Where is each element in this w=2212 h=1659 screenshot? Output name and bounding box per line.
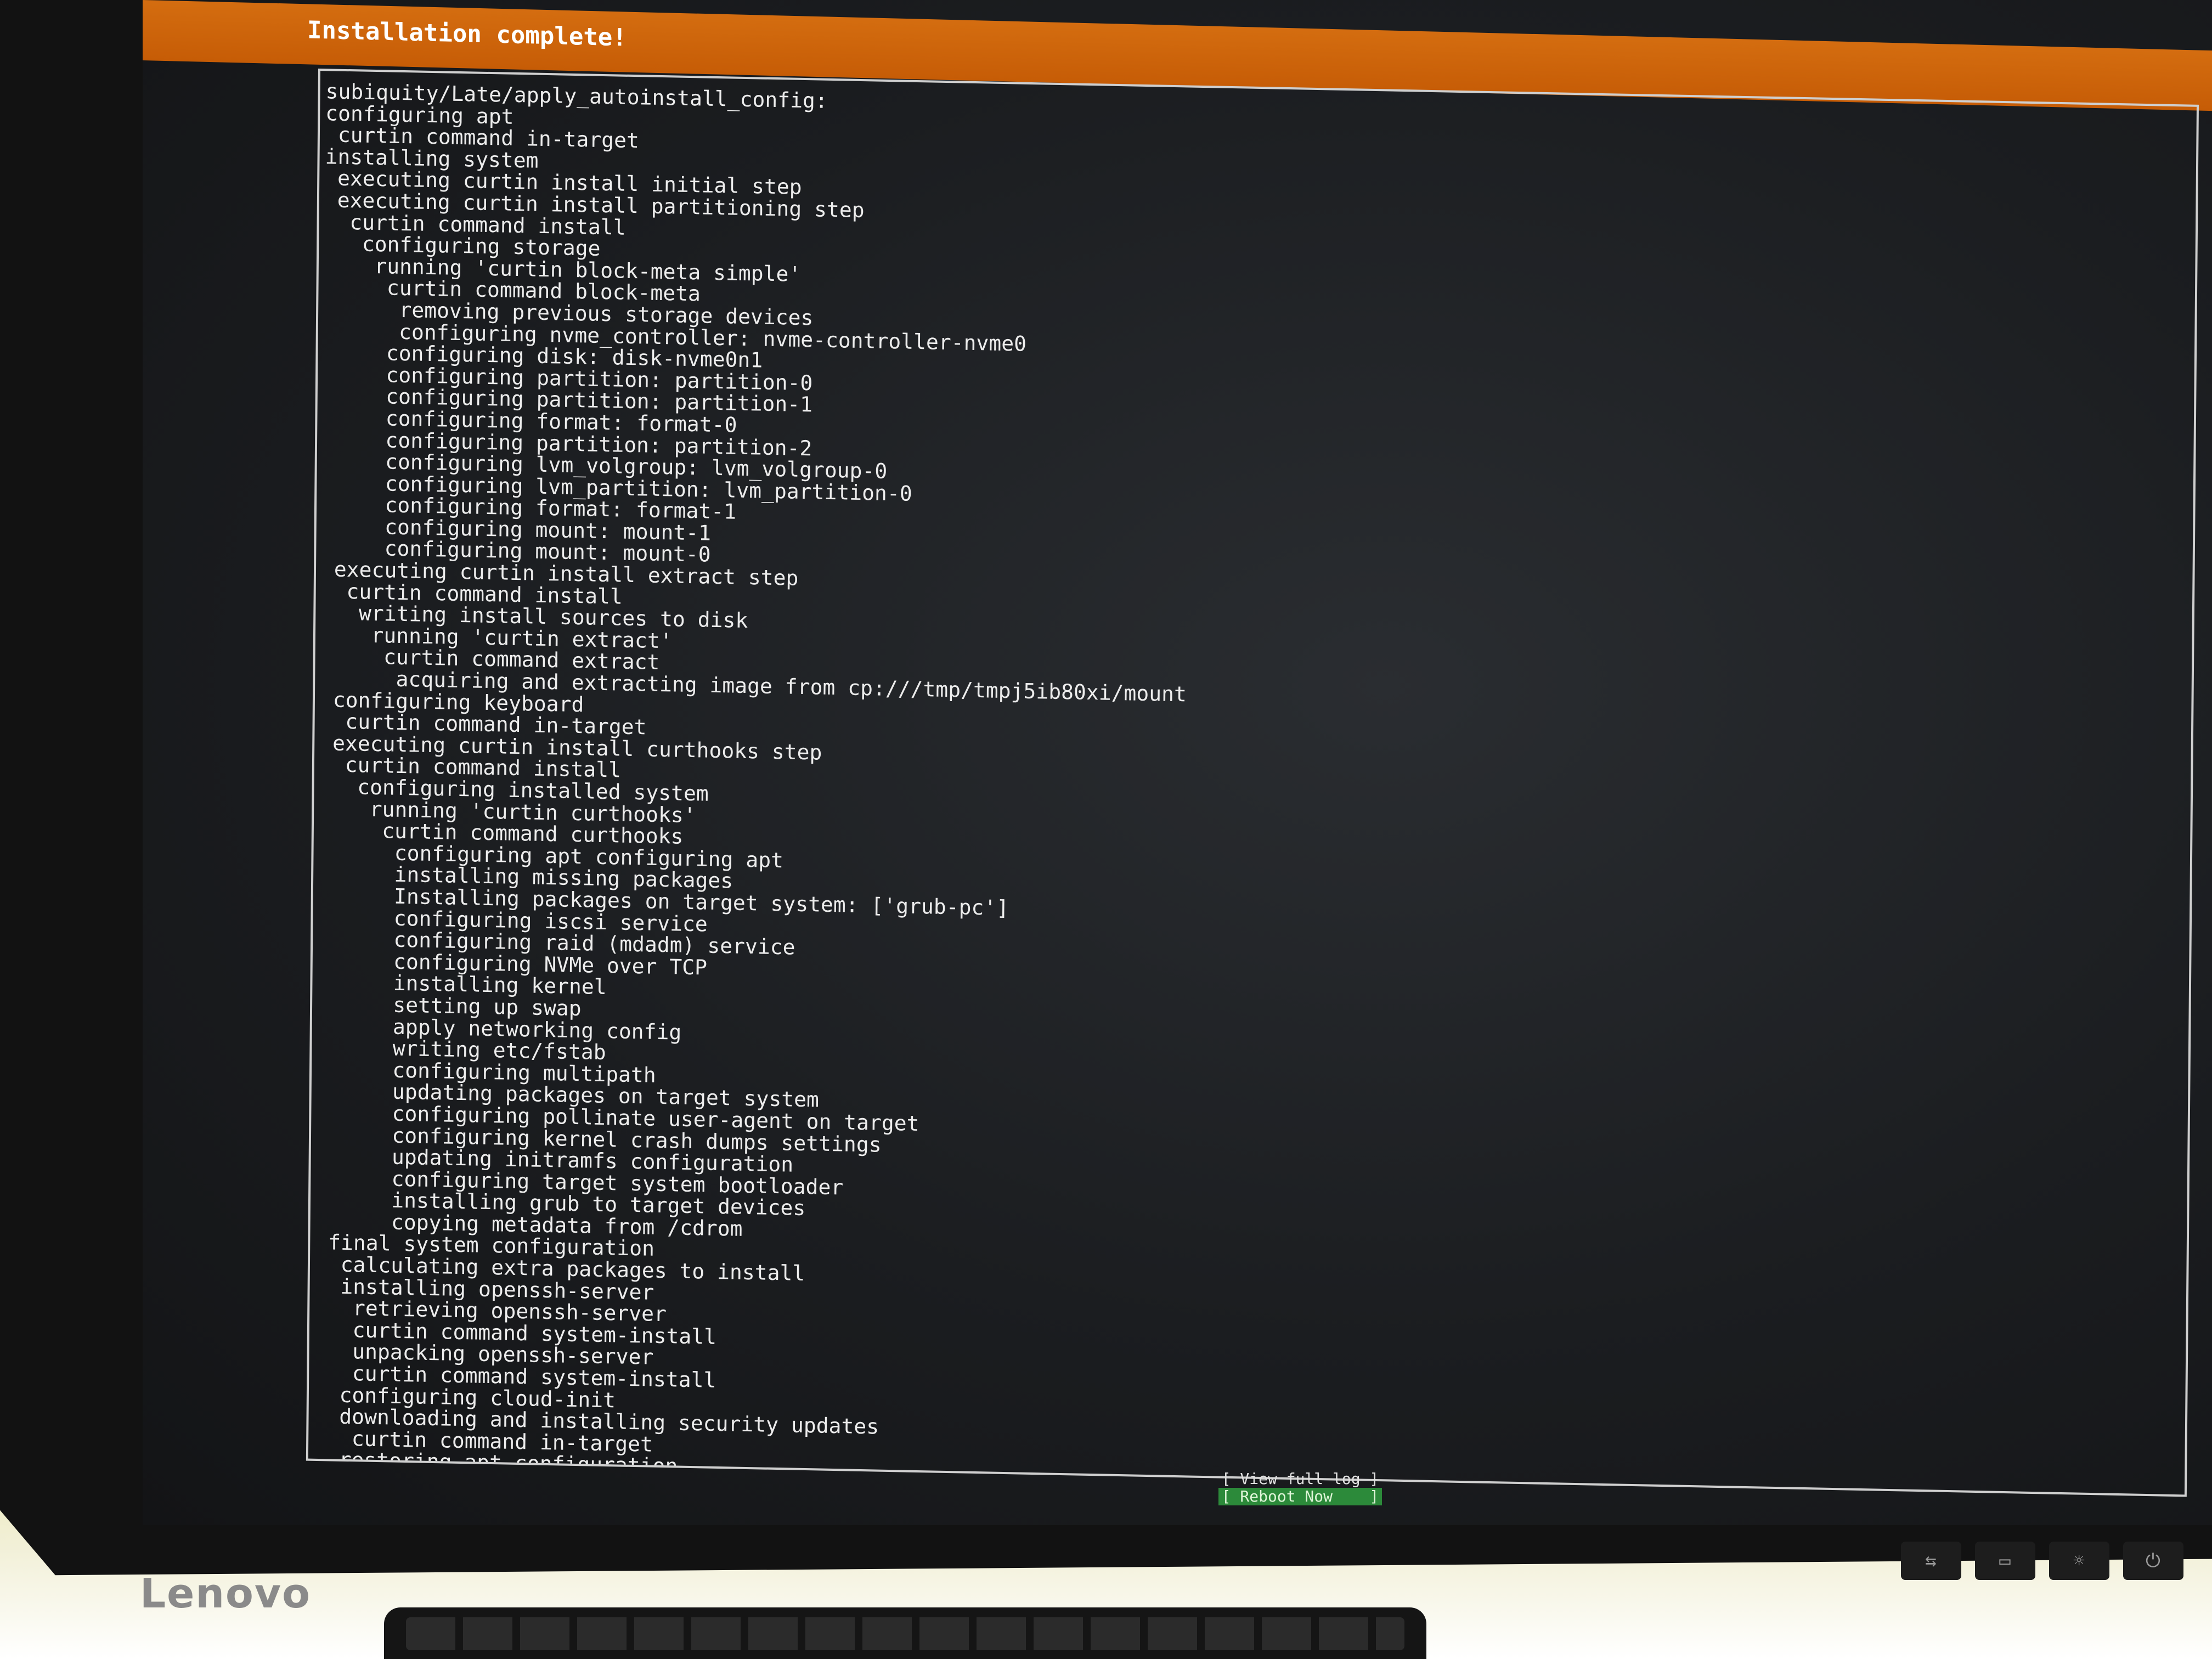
- header-title: Installation complete!: [307, 16, 627, 52]
- monitor-brand-logo: Lenovo: [140, 1570, 311, 1617]
- screen: Installation complete! subiquity/Late/ap…: [143, 0, 2212, 1525]
- log-panel[interactable]: subiquity/Late/apply_autoinstall_config:…: [306, 69, 2199, 1497]
- display-mode-icon[interactable]: ▭: [1974, 1542, 2035, 1580]
- power-icon[interactable]: ⏻: [2123, 1542, 2183, 1580]
- monitor-control-buttons: ⇆ ▭ ☼ ⏻: [1894, 1531, 2190, 1591]
- reboot-now-button[interactable]: [ Reboot Now ]: [1218, 1488, 1383, 1505]
- view-full-log-button[interactable]: [ View full log ]: [1218, 1470, 1383, 1488]
- keyboard: [384, 1607, 1426, 1659]
- action-buttons: [ View full log ] [ Reboot Now ]: [1212, 1470, 1388, 1505]
- log-lines: subiquity/Late/apply_autoinstall_config:…: [313, 79, 2191, 1497]
- keyboard-keys: [406, 1617, 1404, 1650]
- brightness-icon[interactable]: ☼: [2049, 1542, 2109, 1580]
- input-icon[interactable]: ⇆: [1900, 1542, 1961, 1580]
